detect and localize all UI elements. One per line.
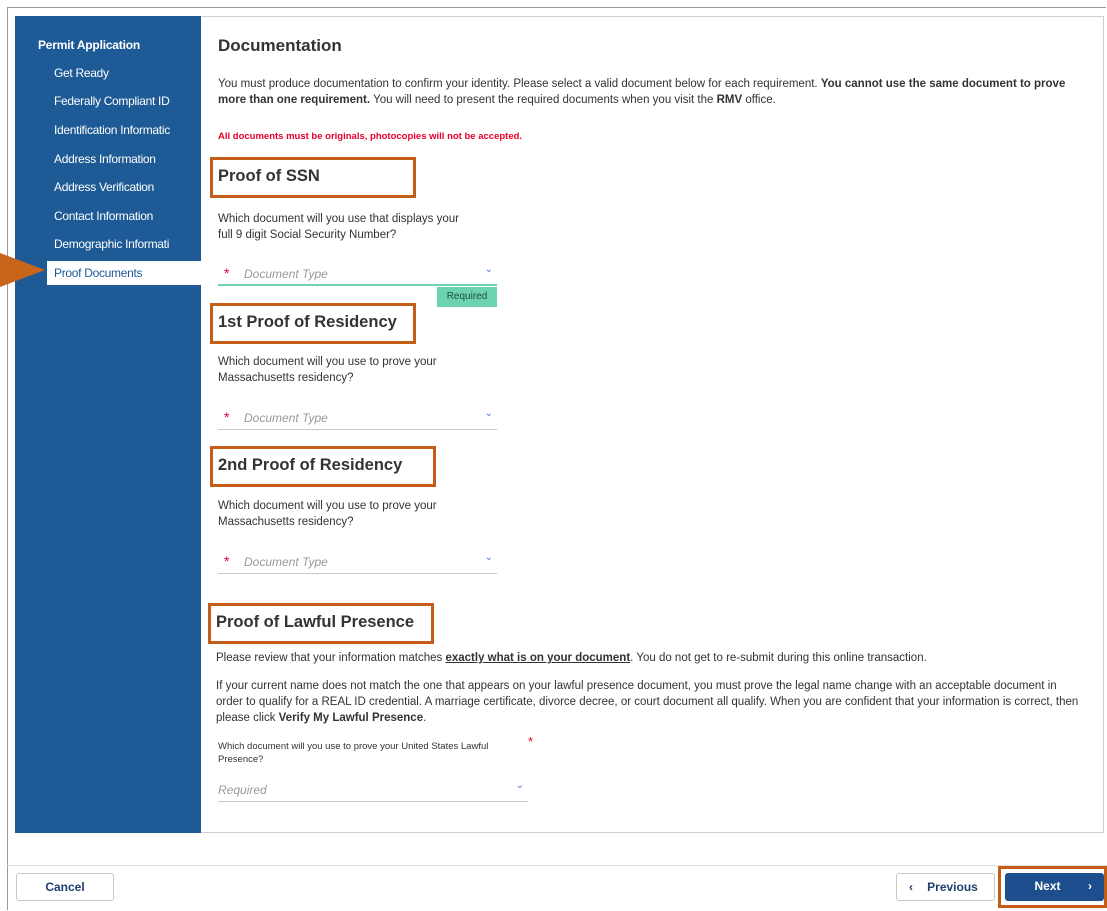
lawful-heading: Proof of Lawful Presence (208, 603, 434, 644)
lawful-name-change-text: If your current name does not match the … (216, 680, 1079, 724)
lawful-review-text: Please review that your information matc… (216, 652, 927, 664)
residency2-placeholder: Document Type (244, 555, 328, 569)
sidebar-item-get-ready[interactable]: Get Ready (54, 66, 201, 80)
sidebar-item-demographic-information[interactable]: Demographic Informati (54, 237, 201, 251)
required-marker: * (224, 265, 230, 281)
sidebar-title: Permit Application (38, 38, 140, 52)
next-button-highlight (998, 866, 1107, 908)
ssn-placeholder: Document Type (244, 267, 328, 281)
chevron-left-icon: ‹ (909, 880, 913, 894)
required-marker: * (224, 553, 230, 569)
ssn-document-select[interactable]: * Document Type ⌄ (218, 262, 497, 286)
sidebar-item-proof-documents[interactable]: Proof Documents (47, 261, 201, 285)
residency1-heading: 1st Proof of Residency (210, 303, 416, 344)
page-title: Documentation (218, 36, 342, 55)
chevron-down-icon: ⌄ (484, 408, 493, 419)
residency1-question: Which document will you use to prove you… (218, 356, 437, 384)
chevron-down-icon: ⌄ (484, 264, 493, 275)
intro-text: You must produce documentation to confir… (218, 78, 1066, 106)
ssn-question: Which document will you use that display… (218, 213, 459, 241)
sidebar-item-contact-information[interactable]: Contact Information (54, 209, 201, 223)
lawful-document-select[interactable]: Required ⌄ (218, 778, 528, 802)
sidebar-item-identification-information[interactable]: Identification Informatic (54, 123, 201, 137)
originals-warning: All documents must be originals, photoco… (218, 131, 523, 142)
ssn-heading: Proof of SSN (210, 157, 416, 198)
chevron-down-icon: ⌄ (515, 780, 524, 791)
residency2-heading: 2nd Proof of Residency (210, 446, 436, 487)
sidebar-item-federally-compliant-id[interactable]: Federally Compliant ID (54, 94, 201, 108)
footer-divider (7, 865, 1107, 866)
sidebar (15, 16, 201, 833)
required-marker: * (224, 409, 230, 425)
residency2-document-select[interactable]: * Document Type ⌄ (218, 550, 497, 574)
residency1-document-select[interactable]: * Document Type ⌄ (218, 406, 497, 430)
residency2-question: Which document will you use to prove you… (218, 500, 437, 528)
residency1-placeholder: Document Type (244, 411, 328, 425)
chevron-down-icon: ⌄ (484, 552, 493, 563)
lawful-placeholder: Required (218, 783, 267, 797)
lawful-question: Which document will you use to prove you… (218, 741, 489, 765)
cancel-button[interactable]: Cancel (16, 873, 114, 901)
sidebar-item-address-information[interactable]: Address Information (54, 152, 201, 166)
required-badge: Required (437, 287, 497, 307)
callout-arrow (0, 253, 45, 287)
required-marker: * (528, 734, 534, 749)
exact-document-link: exactly what is on your document (445, 652, 631, 664)
previous-button[interactable]: ‹ Previous (896, 873, 995, 901)
sidebar-item-address-verification[interactable]: Address Verification (54, 180, 201, 194)
